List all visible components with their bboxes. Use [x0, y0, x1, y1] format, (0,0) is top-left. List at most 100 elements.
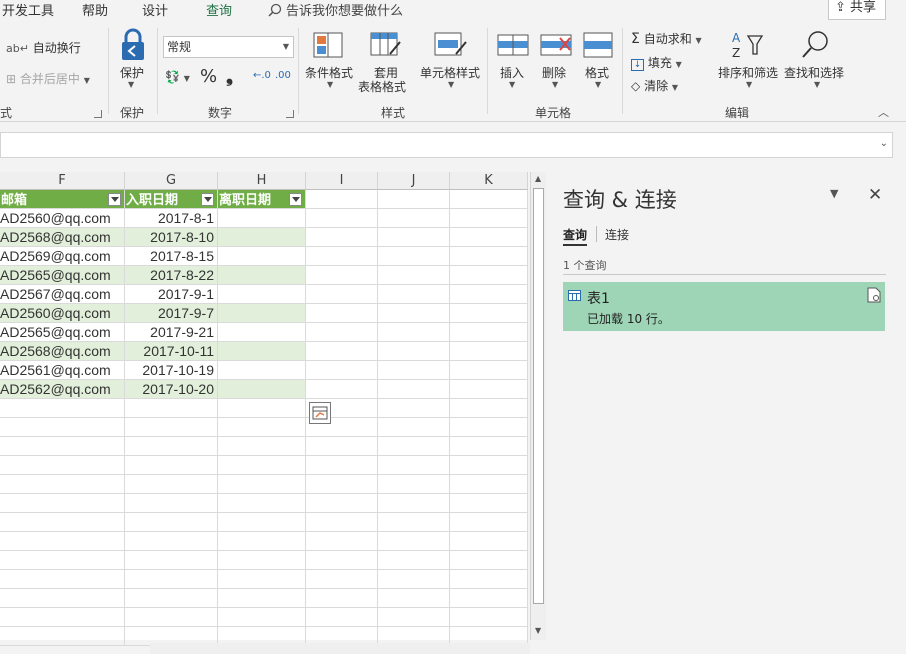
grid-cell[interactable]	[306, 437, 378, 456]
grid-cell[interactable]	[0, 418, 125, 437]
share-button[interactable]: ⇪ 共享	[828, 0, 886, 20]
grid-cell[interactable]	[306, 532, 378, 551]
table-header-cell[interactable]: 入职日期	[125, 190, 218, 209]
grid-cell[interactable]	[125, 513, 218, 532]
grid-cell[interactable]	[450, 380, 528, 399]
tab-developer[interactable]: 开发工具	[2, 0, 54, 19]
grid-cell[interactable]	[0, 551, 125, 570]
grid-cell[interactable]	[306, 475, 378, 494]
grid-cell[interactable]	[125, 532, 218, 551]
grid-cell[interactable]	[450, 209, 528, 228]
scroll-up-icon[interactable]: ▲	[535, 174, 541, 183]
grid-cell[interactable]	[378, 608, 450, 627]
grid-cell[interactable]	[378, 266, 450, 285]
grid-cell[interactable]	[0, 608, 125, 627]
leave-date-cell[interactable]	[218, 247, 306, 266]
email-cell[interactable]: AD2568@qq.com	[0, 342, 125, 361]
grid-cell[interactable]	[378, 228, 450, 247]
hire-date-cell[interactable]: 2017-9-1	[125, 285, 218, 304]
quick-analysis-button[interactable]	[309, 402, 331, 424]
grid-cell[interactable]	[306, 494, 378, 513]
tab-queries[interactable]: 查询	[563, 226, 588, 246]
grid-cell[interactable]	[450, 304, 528, 323]
grid-cell[interactable]	[450, 266, 528, 285]
fill-button[interactable]: ↓ 填充 ▼	[631, 54, 682, 71]
expand-formula-bar-icon[interactable]: ⌄	[880, 138, 888, 149]
accounting-format-button[interactable]: 💱 ▼	[165, 70, 190, 84]
grid-cell[interactable]	[125, 551, 218, 570]
leave-date-cell[interactable]	[218, 380, 306, 399]
delete-cells-button[interactable]: 删除 ▼	[540, 32, 572, 89]
decrease-decimal-button[interactable]: .00	[275, 70, 291, 81]
grid-cell[interactable]	[0, 532, 125, 551]
column-header-k[interactable]: K	[450, 172, 528, 190]
grid-cell[interactable]	[306, 570, 378, 589]
leave-date-cell[interactable]	[218, 285, 306, 304]
grid-cell[interactable]	[218, 456, 306, 475]
grid-cell[interactable]	[450, 589, 528, 608]
cell-styles-button[interactable]: 单元格样式 ▼	[420, 32, 480, 89]
grid-cell[interactable]	[306, 304, 378, 323]
grid-cell[interactable]	[378, 323, 450, 342]
worksheet-grid[interactable]: F G H I J K 邮箱 入职日期 离职日期 AD2560@qq.com 2017-…	[0, 172, 528, 646]
grid-cell[interactable]	[450, 190, 528, 209]
hire-date-cell[interactable]: 2017-10-20	[125, 380, 218, 399]
grid-cell[interactable]	[378, 570, 450, 589]
grid-cell[interactable]	[378, 532, 450, 551]
grid-cell[interactable]	[450, 228, 528, 247]
grid-cell[interactable]	[0, 475, 125, 494]
hire-date-cell[interactable]: 2017-10-11	[125, 342, 218, 361]
grid-cell[interactable]	[0, 437, 125, 456]
grid-cell[interactable]	[378, 456, 450, 475]
grid-cell[interactable]	[125, 608, 218, 627]
grid-cell[interactable]	[306, 285, 378, 304]
grid-cell[interactable]	[378, 285, 450, 304]
column-header-i[interactable]: I	[306, 172, 378, 190]
grid-cell[interactable]	[125, 570, 218, 589]
email-cell[interactable]: AD2569@qq.com	[0, 247, 125, 266]
grid-cell[interactable]	[450, 323, 528, 342]
hire-date-cell[interactable]: 2017-8-15	[125, 247, 218, 266]
grid-cell[interactable]	[378, 304, 450, 323]
grid-cell[interactable]	[450, 494, 528, 513]
grid-cell[interactable]	[218, 494, 306, 513]
grid-cell[interactable]	[0, 513, 125, 532]
hire-date-cell[interactable]: 2017-9-21	[125, 323, 218, 342]
column-header-h[interactable]: H	[218, 172, 306, 190]
column-header-j[interactable]: J	[378, 172, 450, 190]
grid-cell[interactable]	[378, 190, 450, 209]
format-as-table-button[interactable]: 套用 表格格式	[358, 32, 406, 94]
grid-cell[interactable]	[378, 494, 450, 513]
grid-cell[interactable]	[125, 589, 218, 608]
dialog-launcher-icon[interactable]	[94, 110, 102, 118]
email-cell[interactable]: AD2565@qq.com	[0, 323, 125, 342]
grid-cell[interactable]	[306, 266, 378, 285]
number-format-select[interactable]: 常规 ▼	[163, 36, 294, 58]
format-cells-button[interactable]: 格式 ▼	[583, 32, 613, 89]
scroll-thumb[interactable]	[533, 188, 544, 604]
grid-cell[interactable]	[378, 551, 450, 570]
sort-filter-button[interactable]: AZ 排序和筛选 ▼	[718, 30, 778, 89]
increase-decimal-button[interactable]: ←.0	[253, 70, 271, 81]
grid-cell[interactable]	[125, 437, 218, 456]
hire-date-cell[interactable]: 2017-8-1	[125, 209, 218, 228]
leave-date-cell[interactable]	[218, 228, 306, 247]
grid-cell[interactable]	[218, 418, 306, 437]
grid-cell[interactable]	[306, 589, 378, 608]
grid-cell[interactable]	[450, 437, 528, 456]
grid-cell[interactable]	[218, 589, 306, 608]
merge-center-button[interactable]: ⊞ 合并后居中 ▼	[6, 70, 90, 87]
grid-cell[interactable]	[378, 513, 450, 532]
find-select-button[interactable]: 查找和选择 ▼	[784, 30, 844, 89]
grid-cell[interactable]	[306, 361, 378, 380]
grid-cell[interactable]	[218, 513, 306, 532]
grid-cell[interactable]	[378, 380, 450, 399]
grid-cell[interactable]	[306, 513, 378, 532]
email-cell[interactable]: AD2568@qq.com	[0, 228, 125, 247]
refresh-document-icon[interactable]	[867, 287, 881, 303]
grid-cell[interactable]	[125, 418, 218, 437]
column-header-g[interactable]: G	[125, 172, 218, 190]
wrap-text-button[interactable]: ab↵ 自动换行	[6, 39, 81, 56]
email-cell[interactable]: AD2560@qq.com	[0, 304, 125, 323]
grid-cell[interactable]	[450, 418, 528, 437]
